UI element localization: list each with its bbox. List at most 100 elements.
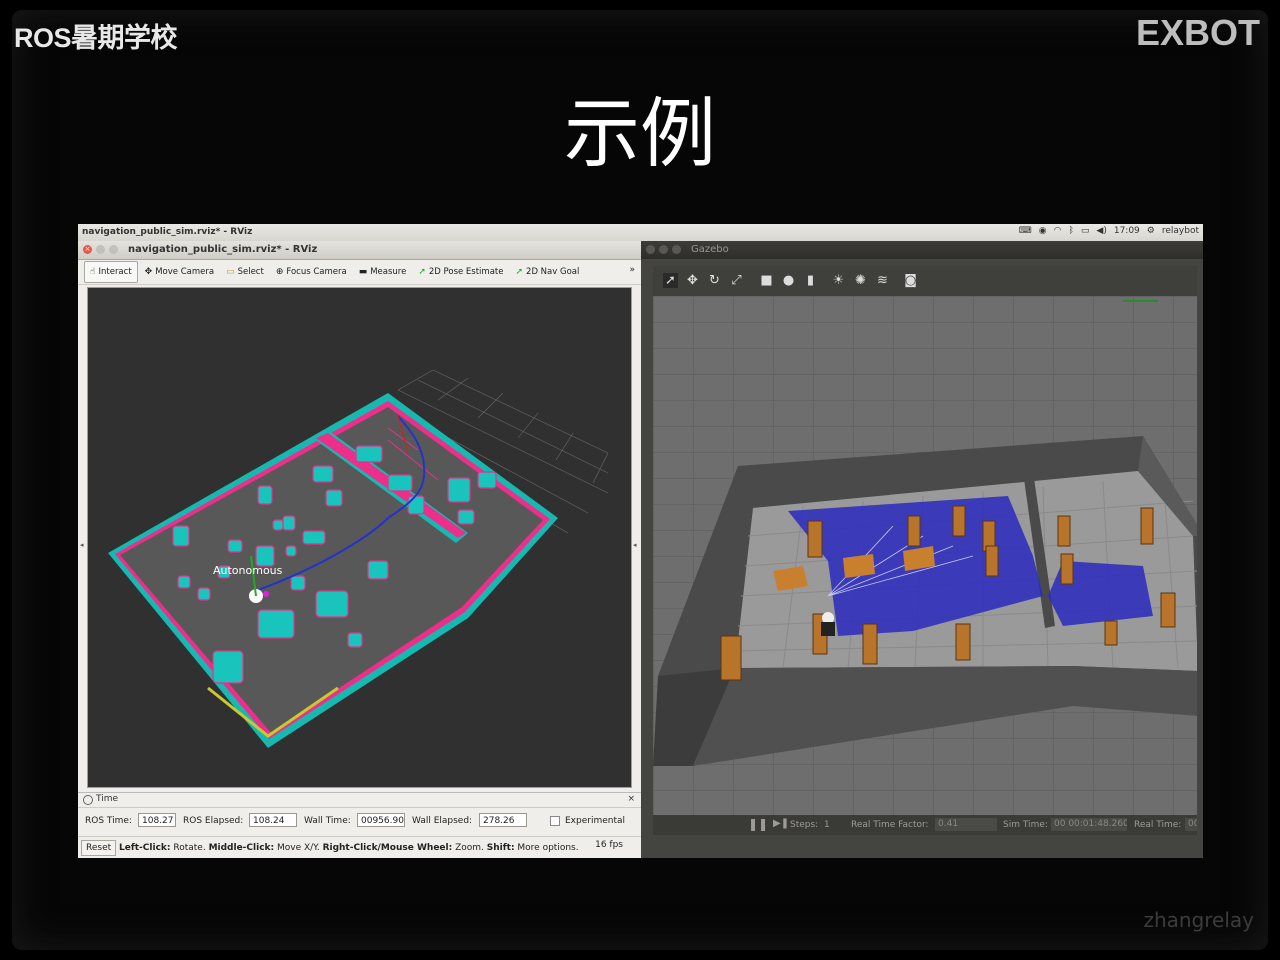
wall-elapsed-label: Wall Elapsed: — [412, 816, 473, 826]
clock[interactable]: 17:09 — [1114, 226, 1140, 236]
spot-light-icon[interactable]: ✺ — [853, 273, 868, 288]
rviz-3d-view[interactable]: Autonomous — [87, 287, 632, 788]
tool-2d-nav-goal[interactable]: ➚ 2D Nav Goal — [510, 262, 584, 282]
gazebo-3d-scene[interactable] — [653, 296, 1197, 815]
sphere-icon[interactable]: ● — [781, 273, 796, 288]
map-floor — [120, 407, 543, 733]
select-arrow-icon[interactable]: ➚ — [663, 273, 678, 288]
tool-select[interactable]: ▭ Select — [221, 262, 269, 282]
rviz-window: × navigation_public_sim.rviz* - RViz ☝ In… — [78, 241, 641, 858]
arrow-icon: ➚ — [515, 267, 524, 277]
gazebo-titlebar: Gazebo — [641, 241, 1203, 259]
screenshot-icon[interactable]: ◙ — [903, 273, 918, 288]
tool-label: Interact — [98, 267, 132, 277]
scale-icon[interactable]: ⤢ — [729, 273, 744, 288]
hint-middle-key: Middle-Click: — [208, 843, 275, 853]
close-panel-icon[interactable]: × — [627, 794, 635, 804]
volume-icon[interactable]: ◀) — [1096, 226, 1106, 236]
hint-right-key: Right-Click/Mouse Wheel: — [322, 843, 453, 853]
select-icon: ▭ — [226, 267, 235, 277]
battery-icon[interactable]: ▭ — [1081, 226, 1090, 236]
maximize-icon[interactable] — [109, 245, 118, 254]
user-name[interactable]: relaybot — [1162, 226, 1199, 236]
wall-elapsed-field[interactable]: 278.26 — [479, 813, 527, 827]
steps-label: Steps: — [790, 820, 819, 830]
tool-move-camera[interactable]: ✥ Move Camera — [140, 262, 219, 282]
ros-time-label: ROS Time: — [85, 816, 132, 826]
hint-left-key: Left-Click: — [119, 843, 171, 853]
minimize-icon[interactable] — [659, 245, 668, 254]
robot-base — [821, 622, 835, 636]
box-icon[interactable]: ■ — [759, 273, 774, 288]
tool-focus-camera[interactable]: ⊕ Focus Camera — [271, 262, 352, 282]
hint-left-desc: Rotate. — [170, 843, 209, 853]
slide-title: 示例 — [564, 89, 716, 178]
tool-interact[interactable]: ☝ Interact — [84, 261, 138, 283]
close-icon[interactable]: × — [83, 245, 92, 254]
hand-icon: ☝ — [90, 267, 96, 277]
sim-time-label: Sim Time: — [1003, 820, 1048, 830]
close-icon[interactable] — [646, 245, 655, 254]
system-tray: ⌨ ◉ ◠ ᛒ ▭ ◀) 17:09 ⚙ relaybot — [1019, 226, 1199, 236]
collapse-right-icon[interactable]: ◂ — [633, 541, 637, 549]
rtf-label: Real Time Factor: — [851, 820, 929, 830]
time-panel: ROS Time: 108.27 ROS Elapsed: 108.24 Wal… — [78, 808, 641, 834]
mouse-hint: Left-Click: Rotate. Middle-Click: Move X… — [119, 843, 579, 853]
arrow-icon: ➚ — [418, 267, 426, 277]
gazebo-window-title: Gazebo — [691, 244, 729, 255]
slide: ROS暑期学校 EXBOT 示例 navigation_public_sim.r… — [0, 0, 1280, 960]
robot-heading — [263, 591, 269, 597]
keyboard-icon[interactable]: ⌨ — [1019, 226, 1032, 236]
rviz-titlebar: × navigation_public_sim.rviz* - RViz — [78, 241, 641, 260]
gazebo-status-bar: ❚❚ ▶❚ Steps: 1 Real Time Factor: 0.41 Si… — [653, 815, 1197, 835]
point-light-icon[interactable]: ☀ — [831, 273, 846, 288]
ros-time-field[interactable]: 108.27 — [138, 813, 176, 827]
status-bar: Reset Left-Click: Rotate. Middle-Click: … — [78, 836, 641, 858]
ubuntu-icon[interactable]: ◉ — [1039, 226, 1047, 236]
gazebo-toolbar: ➚ ✥ ↻ ⤢ ■ ● ▮ ☀ ✺ ≋ ◙ — [653, 266, 1197, 296]
wall-time-label: Wall Time: — [304, 816, 351, 826]
sim-time-value: 00 00:01:48.260 — [1051, 818, 1127, 831]
cylinder-icon[interactable]: ▮ — [803, 273, 818, 288]
experimental-label: Experimental — [565, 816, 626, 826]
maximize-icon[interactable] — [672, 245, 681, 254]
step-icon[interactable]: ▶❚ — [773, 818, 789, 829]
steps-value[interactable]: 1 — [824, 820, 830, 830]
gear-icon[interactable]: ⚙ — [1147, 226, 1155, 236]
rviz-toolbar: ☝ Interact ✥ Move Camera ▭ Select ⊕ Focus Ca… — [78, 260, 641, 285]
focus-icon: ⊕ — [275, 267, 284, 277]
directional-light-icon[interactable]: ≋ — [875, 273, 890, 288]
time-panel-title: Time — [96, 794, 119, 804]
active-app-title: navigation_public_sim.rviz* - RViz — [82, 227, 253, 237]
gazebo-window: Gazebo ➚ ✥ ↻ ⤢ ■ ● ▮ ☀ ✺ ≋ ◙ ❚❚ ▶❚ Steps… — [641, 241, 1203, 858]
hint-right-desc: Zoom. — [452, 843, 487, 853]
brand-left: ROS暑期学校 — [14, 23, 178, 53]
tool-label: 2D Pose Estimate — [428, 267, 504, 277]
minimize-icon[interactable] — [96, 245, 105, 254]
pause-icon[interactable]: ❚❚ — [748, 817, 768, 831]
tool-label: Focus Camera — [286, 267, 347, 277]
tool-label: 2D Nav Goal — [526, 267, 580, 277]
more-tools-button[interactable]: » — [629, 265, 635, 275]
time-panel-header: Time × — [78, 792, 641, 808]
rotate-icon[interactable]: ↻ — [707, 273, 722, 288]
tool-label: Move Camera — [155, 267, 215, 277]
reset-button[interactable]: Reset — [81, 840, 117, 856]
bluetooth-icon[interactable]: ᛒ — [1068, 226, 1073, 236]
translate-icon[interactable]: ✥ — [685, 273, 700, 288]
clock-icon — [83, 795, 93, 805]
ubuntu-top-bar: navigation_public_sim.rviz* - RViz ⌨ ◉ ◠… — [78, 224, 1203, 242]
costmap-render — [108, 369, 609, 748]
tool-measure[interactable]: ▬ Measure — [354, 262, 412, 282]
tool-label: Select — [237, 267, 264, 277]
rviz-window-title: navigation_public_sim.rviz* - RViz — [128, 244, 318, 255]
experimental-checkbox[interactable] — [550, 816, 560, 826]
move-camera-icon: ✥ — [144, 267, 153, 277]
ros-elapsed-label: ROS Elapsed: — [183, 816, 244, 826]
tool-2d-pose-estimate[interactable]: ➚ 2D Pose Estimate — [413, 262, 508, 282]
collapse-left-icon[interactable]: ◂ — [80, 541, 84, 549]
wall-time-field[interactable]: 00956.90 — [357, 813, 405, 827]
wifi-icon[interactable]: ◠ — [1054, 226, 1062, 236]
ros-elapsed-field[interactable]: 108.24 — [249, 813, 297, 827]
brand-right: EXBOT — [1135, 12, 1260, 53]
